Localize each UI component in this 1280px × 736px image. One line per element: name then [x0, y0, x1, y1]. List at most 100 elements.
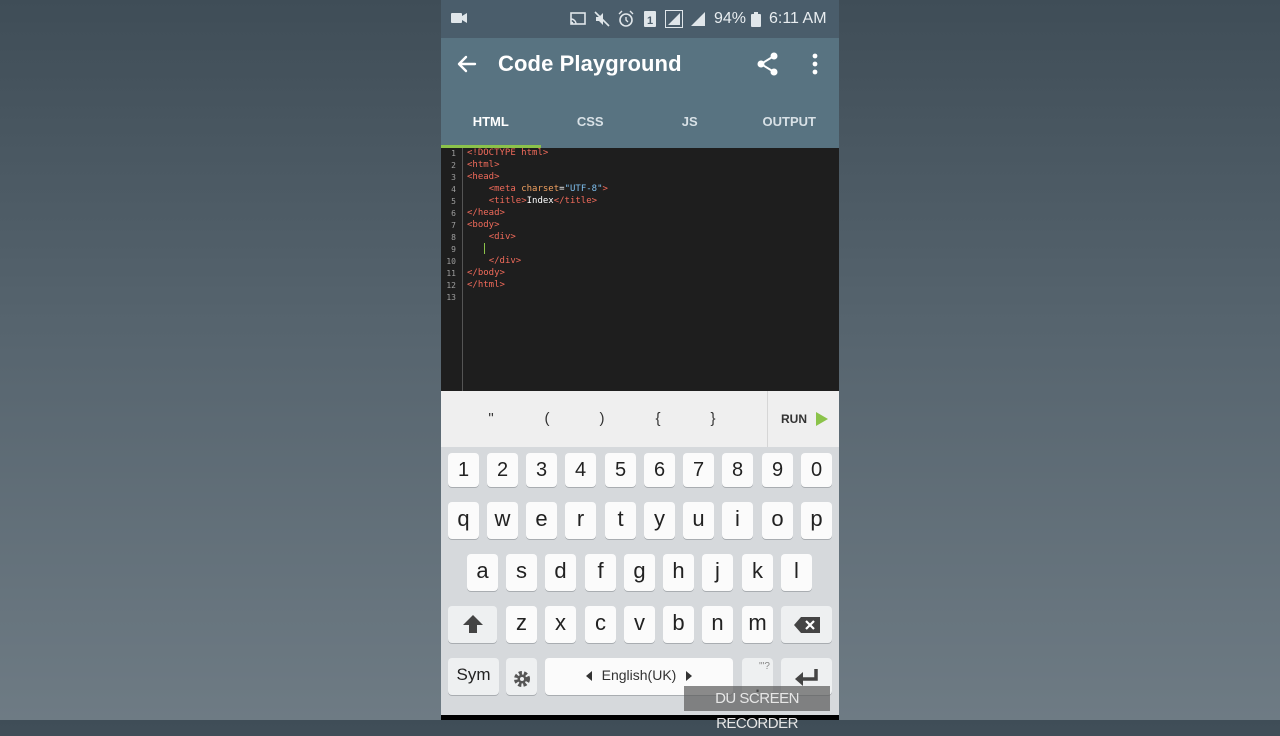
key-g[interactable]: g: [624, 554, 655, 591]
symbol-paren-open-key[interactable]: (: [525, 391, 569, 447]
cast-icon: [570, 12, 586, 25]
code-line: <!DOCTYPE html>: [467, 148, 549, 158]
run-label: RUN: [781, 412, 807, 426]
key-6[interactable]: 6: [644, 453, 675, 487]
tab-js[interactable]: JS: [640, 98, 740, 148]
key-b[interactable]: b: [663, 606, 694, 643]
run-button[interactable]: RUN: [768, 391, 839, 447]
key-3[interactable]: 3: [526, 453, 557, 487]
key-1[interactable]: 1: [448, 453, 479, 487]
tab-output[interactable]: OUTPUT: [740, 98, 840, 148]
tab-html[interactable]: HTML: [441, 98, 541, 148]
tab-css[interactable]: CSS: [541, 98, 641, 148]
key-8[interactable]: 8: [722, 453, 753, 487]
code-line: <body>: [467, 220, 500, 230]
key-l[interactable]: l: [781, 554, 812, 591]
code-line: <head>: [467, 172, 500, 182]
line-number: 1: [451, 149, 456, 158]
backspace-key[interactable]: [781, 606, 832, 643]
share-icon[interactable]: [754, 50, 782, 78]
code-line: <title>Index</title>: [488, 196, 598, 206]
code-editor[interactable]: 1 2 3 4 5 6 7 8 9 10 11 12 13 <!DOCTYPE …: [441, 148, 839, 391]
key-f[interactable]: f: [585, 554, 616, 591]
code-line: </body>: [467, 268, 505, 278]
key-u[interactable]: u: [683, 502, 714, 539]
play-icon: [816, 412, 828, 426]
line-number: 11: [446, 269, 456, 278]
key-a[interactable]: a: [467, 554, 498, 591]
line-number: 9: [451, 245, 456, 254]
sym-key[interactable]: Sym: [448, 658, 499, 695]
symbol-brace-open-key[interactable]: {: [636, 391, 680, 447]
backspace-icon: [793, 617, 820, 633]
screen-recorder-watermark: DU SCREEN RECORDER: [684, 686, 830, 732]
shift-icon: [462, 615, 483, 633]
line-number: 13: [446, 293, 456, 302]
key-y[interactable]: y: [644, 502, 675, 539]
settings-icon: [513, 671, 530, 687]
key-v[interactable]: v: [624, 606, 655, 643]
line-number-gutter: 1 2 3 4 5 6 7 8 9 10 11 12 13: [441, 148, 463, 391]
chevron-right-icon: [686, 671, 693, 682]
line-number: 5: [451, 197, 456, 206]
key-w[interactable]: w: [487, 502, 518, 539]
battery-percent: 94%: [714, 10, 747, 27]
key-z[interactable]: z: [506, 606, 537, 643]
key-c[interactable]: c: [585, 606, 616, 643]
key-s[interactable]: s: [506, 554, 537, 591]
status-bar: 1 94% 6:11 AM: [441, 0, 839, 38]
symbol-brace-close-key[interactable]: }: [691, 391, 735, 447]
key-7[interactable]: 7: [683, 453, 714, 487]
symbol-paren-close-key[interactable]: ): [580, 391, 624, 447]
line-number: 6: [451, 209, 456, 218]
key-r[interactable]: r: [565, 502, 596, 539]
key-x[interactable]: x: [545, 606, 576, 643]
key-h[interactable]: h: [663, 554, 694, 591]
symbol-quote-key[interactable]: ": [469, 391, 513, 447]
enter-icon: [794, 669, 818, 686]
line-number: 10: [446, 257, 456, 266]
page-title: Code Playground: [498, 51, 682, 76]
line-number: 7: [451, 221, 456, 230]
signal-icon: [665, 10, 683, 28]
soft-keyboard: 1 2 3 4 5 6 7 8 9 0 q w e r t y u i o p …: [441, 447, 839, 715]
key-i[interactable]: i: [722, 502, 753, 539]
key-e[interactable]: e: [526, 502, 557, 539]
key-m[interactable]: m: [742, 606, 773, 643]
sim-icon: 1: [644, 11, 656, 27]
symbol-bar: " ( ) { } RUN: [441, 391, 839, 447]
key-0[interactable]: 0: [801, 453, 832, 487]
signal-icon-2: [691, 12, 705, 26]
key-n[interactable]: n: [702, 606, 733, 643]
code-line: <div>: [488, 232, 516, 242]
settings-key[interactable]: [506, 658, 537, 695]
key-5[interactable]: 5: [605, 453, 636, 487]
code-line: </head>: [467, 208, 505, 218]
key-t[interactable]: t: [605, 502, 636, 539]
tab-bar: HTML CSS JS OUTPUT: [441, 98, 839, 148]
video-camera-icon: [451, 13, 467, 23]
key-2[interactable]: 2: [487, 453, 518, 487]
alarm-icon: [618, 10, 634, 27]
key-p[interactable]: p: [801, 502, 832, 539]
mute-icon: [594, 11, 610, 27]
line-number: 12: [446, 281, 456, 290]
svg-text:1: 1: [647, 15, 653, 27]
key-d[interactable]: d: [545, 554, 576, 591]
line-number: 8: [451, 233, 456, 242]
keyboard-language: English(UK): [601, 667, 677, 683]
text-cursor: [484, 243, 485, 254]
arrow-left-icon[interactable]: [453, 50, 481, 78]
key-o[interactable]: o: [762, 502, 793, 539]
key-4[interactable]: 4: [565, 453, 596, 487]
key-q[interactable]: q: [448, 502, 479, 539]
app-bar: Code Playground HTML CSS JS OUTPUT: [441, 38, 839, 148]
line-number: 2: [451, 161, 456, 170]
code-line: <html>: [467, 160, 500, 170]
shift-key[interactable]: [448, 606, 497, 643]
code-line: </html>: [467, 280, 505, 290]
more-vert-icon[interactable]: [805, 50, 825, 78]
key-k[interactable]: k: [742, 554, 773, 591]
key-j[interactable]: j: [702, 554, 733, 591]
key-9[interactable]: 9: [762, 453, 793, 487]
